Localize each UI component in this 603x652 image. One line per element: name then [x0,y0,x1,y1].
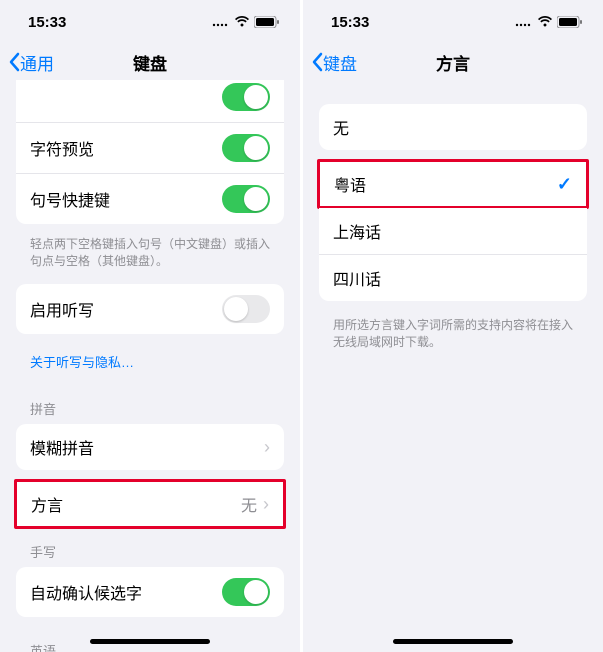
wifi-icon [537,16,553,28]
group-handwriting: 自动确认候选字 [16,567,284,617]
page-title: 方言 [436,50,470,75]
row-label: 粤语 [334,172,366,196]
status-bar: 15:33 [303,0,603,44]
back-label: 键盘 [323,50,357,75]
row-label: 字符预览 [30,136,94,160]
content-area[interactable]: 无 粤语 ✓ 上海话 四川话 用所选方言键入字词所需的支持内容将在接入无线局域网… [303,80,603,365]
row-label: 启用听写 [30,297,94,321]
row-label: 模糊拼音 [30,435,94,459]
group-pinyin: 模糊拼音 › [16,424,284,470]
row-label: 自动确认候选字 [30,580,142,604]
group-dialect-rest: 上海话 四川话 [319,208,587,301]
home-indicator[interactable] [90,639,210,644]
group-dictation: 启用听写 [16,284,284,334]
chevron-right-icon: › [264,438,270,456]
page-title: 键盘 [133,50,167,75]
battery-icon [557,16,583,28]
footer-text: 用所选方言键入字词所需的支持内容将在接入无线局域网时下载。 [303,311,603,365]
option-none[interactable]: 无 [319,104,587,150]
row-fuzzy-pinyin[interactable]: 模糊拼音 › [16,424,284,470]
partial-toggle-row [16,80,284,123]
wifi-icon [234,16,250,28]
cellular-icon [515,17,533,27]
checkmark-icon: ✓ [557,174,572,195]
back-label: 通用 [20,50,54,75]
phone-left-keyboard-settings: 15:33 通用 键盘 字符预览 句号快捷键 轻点两下空格键 [0,0,300,652]
toggle-switch[interactable] [222,578,270,606]
cellular-icon [212,17,230,27]
status-bar: 15:33 [0,0,300,44]
dictation-privacy-link[interactable]: 关于听写与隐私… [0,344,300,385]
battery-icon [254,16,280,28]
content-area[interactable]: 字符预览 句号快捷键 轻点两下空格键插入句号（中文键盘）或插入句点与空格（其他键… [0,80,300,652]
nav-bar: 键盘 方言 [303,44,603,80]
option-shanghainese[interactable]: 上海话 [319,208,587,255]
chevron-left-icon [8,52,20,72]
option-cantonese[interactable]: 粤语 ✓ [320,162,586,206]
row-char-preview[interactable]: 字符预览 [16,123,284,174]
toggle-switch[interactable] [222,134,270,162]
row-label: 无 [333,115,349,139]
row-label: 方言 [31,492,63,516]
row-enable-dictation[interactable]: 启用听写 [16,284,284,334]
row-label: 上海话 [333,219,381,243]
status-time: 15:33 [28,14,66,31]
chevron-left-icon [311,52,323,72]
nav-bar: 通用 键盘 [0,44,300,80]
chevron-right-icon: › [263,495,269,513]
highlight-cantonese: 粤语 ✓ [317,159,589,209]
group-partial: 字符预览 句号快捷键 [16,80,284,224]
status-indicators [212,16,280,28]
option-sichuanese[interactable]: 四川话 [319,255,587,301]
section-header-pinyin: 拼音 [0,385,300,424]
row-detail: 无 [241,492,257,516]
row-label: 句号快捷键 [30,187,110,211]
group-dialect-options: 无 [319,104,587,150]
row-period-shortcut[interactable]: 句号快捷键 [16,174,284,224]
status-time: 15:33 [331,14,369,31]
footer-text: 轻点两下空格键插入句号（中文键盘）或插入句点与空格（其他键盘）。 [0,230,300,284]
row-auto-confirm[interactable]: 自动确认候选字 [16,567,284,617]
row-dialect[interactable]: 方言 无 › [17,482,283,526]
home-indicator[interactable] [393,639,513,644]
row-label: 四川话 [333,266,381,290]
highlight-dialect-row: 方言 无 › [14,479,286,529]
status-indicators [515,16,583,28]
toggle-switch[interactable] [222,83,270,111]
back-button[interactable]: 键盘 [303,50,357,75]
section-header-handwriting: 手写 [0,528,300,567]
toggle-switch[interactable] [222,295,270,323]
toggle-switch[interactable] [222,185,270,213]
phone-right-dialect-settings: 15:33 键盘 方言 无 粤语 ✓ 上海话 [303,0,603,652]
back-button[interactable]: 通用 [0,50,54,75]
